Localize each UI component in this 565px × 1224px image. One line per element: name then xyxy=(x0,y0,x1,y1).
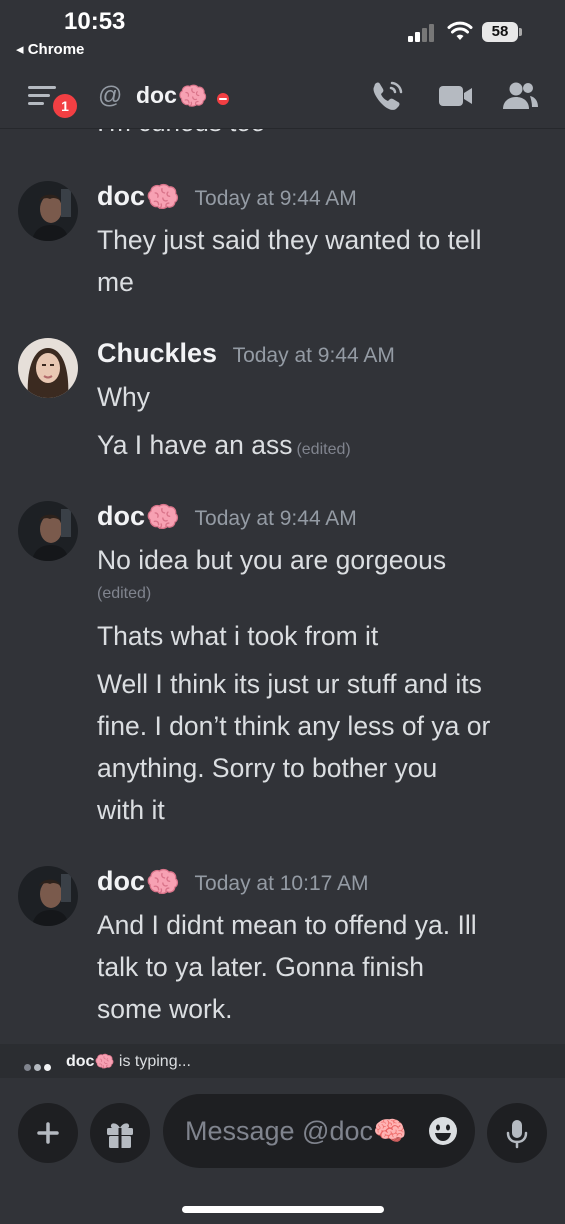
avatar[interactable] xyxy=(18,181,78,241)
brain-icon xyxy=(145,181,179,215)
home-indicator xyxy=(182,1206,384,1213)
channel-name: doc xyxy=(136,82,177,109)
message-author[interactable]: Chuckles Today at 9:44 AM xyxy=(97,338,395,369)
message-timestamp: Today at 9:44 AM xyxy=(194,187,357,211)
plus-icon xyxy=(37,1122,59,1144)
message-composer xyxy=(0,1078,565,1224)
cellular-signal-icon xyxy=(408,24,438,42)
avatar[interactable] xyxy=(18,338,78,398)
typing-dots-icon xyxy=(24,1058,54,1076)
typing-status-text: is typing... xyxy=(118,1053,191,1071)
clock: 10:53 xyxy=(64,8,126,35)
typing-indicator: doc is typing... xyxy=(0,1044,565,1078)
message-text: me xyxy=(97,267,134,297)
message-text: Ya I have an ass (edited) xyxy=(97,430,351,460)
emoji-picker-icon[interactable] xyxy=(427,1115,459,1147)
gift-icon xyxy=(107,1123,133,1148)
video-call-icon[interactable] xyxy=(436,78,476,114)
brain-icon xyxy=(94,1052,114,1072)
add-attachment-button[interactable] xyxy=(18,1103,78,1163)
message-text: Why xyxy=(97,382,150,412)
message-text: some work. xyxy=(97,994,233,1024)
brain-icon xyxy=(145,866,179,900)
at-icon: @ xyxy=(98,82,123,109)
message-text: They just said they wanted to tell xyxy=(97,225,482,255)
voice-message-button[interactable] xyxy=(487,1103,547,1163)
members-icon[interactable] xyxy=(500,78,540,114)
back-to-app-link[interactable]: ◂ Chrome xyxy=(16,40,84,58)
message-timestamp: Today at 10:17 AM xyxy=(194,872,369,896)
avatar[interactable] xyxy=(18,866,78,926)
message-text: Thats what i took from it xyxy=(97,621,379,651)
message-text: fine. I don’t think any less of ya or xyxy=(97,711,491,741)
message-text: Well I think its just ur stuff and its xyxy=(97,669,482,699)
dm-header: 1 @ doc xyxy=(0,64,565,129)
edited-label: (edited) xyxy=(97,585,152,602)
avatar[interactable] xyxy=(18,501,78,561)
typing-user-name: doc xyxy=(66,1053,95,1071)
message-text: No idea but you are gorgeous xyxy=(97,545,447,575)
voice-call-icon[interactable] xyxy=(368,78,408,114)
unread-badge: 1 xyxy=(51,92,79,120)
partial-message-line: I'm curious too xyxy=(97,129,265,138)
message-text: anything. Sorry to bother you xyxy=(97,753,438,783)
message-list[interactable]: I'm curious too doc Today at 9:44 AM The… xyxy=(0,129,565,1044)
message-text: And I didnt mean to offend ya. Ill xyxy=(97,910,477,940)
status-bar: 10:53 ◂ Chrome 58 xyxy=(0,0,565,64)
message-author[interactable]: doc Today at 9:44 AM xyxy=(97,501,357,535)
brain-icon xyxy=(145,501,179,535)
message-author[interactable]: doc Today at 10:17 AM xyxy=(97,866,368,900)
wifi-icon xyxy=(447,21,473,40)
do-not-disturb-status-icon xyxy=(217,93,229,105)
message-author[interactable]: doc Today at 9:44 AM xyxy=(97,181,357,215)
gift-button[interactable] xyxy=(90,1103,150,1163)
message-timestamp: Today at 9:44 AM xyxy=(232,344,395,367)
battery-indicator: 58 xyxy=(482,22,522,42)
message-timestamp: Today at 9:44 AM xyxy=(194,507,357,531)
channel-title[interactable]: doc xyxy=(136,82,207,112)
message-text: talk to ya later. Gonna finish xyxy=(97,952,425,982)
brain-icon xyxy=(177,82,207,112)
edited-label: (edited) xyxy=(296,441,351,458)
microphone-icon xyxy=(506,1120,528,1149)
message-text: with it xyxy=(97,795,165,825)
